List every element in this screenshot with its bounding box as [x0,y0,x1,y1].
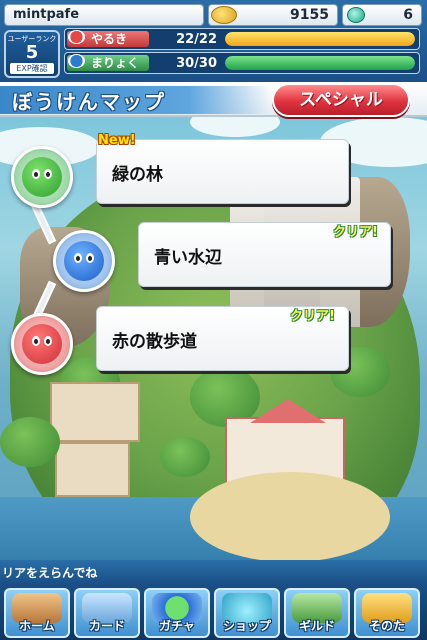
nav-shop-button[interactable]: ショップ [214,588,280,638]
green-puyo-icon [22,157,62,197]
area-name: 赤の散歩道 [112,332,197,352]
magic-stone-icon [347,7,365,23]
area-card-green-forest[interactable]: 緑の林 [96,139,349,204]
magic-icon [68,54,85,68]
nav-label: ショップ [222,619,271,633]
red-puyo-node[interactable] [11,313,73,375]
nav-label: そのた [368,619,405,633]
rank-value: 5 [25,42,39,63]
green-puyo-node[interactable] [11,146,73,208]
coin-counter: 9155 [208,4,338,26]
user-rank-panel[interactable]: ユーザーランク 5 EXP確認 [4,30,60,78]
special-button[interactable]: スペシャル [272,83,410,117]
blue-puyo-node[interactable] [53,230,115,292]
gem-counter: 6 [342,4,422,26]
beach [190,472,390,560]
nav-gacha-button[interactable]: ガチャ [144,588,210,638]
nav-card-button[interactable]: カード [74,588,140,638]
new-badge: New! [98,133,136,148]
username: mintpafe [4,4,204,26]
magic-bar [225,56,415,70]
hint-bar: リアをえらんでね [0,560,427,584]
stamina-icon [68,30,85,44]
clear-badge: クリア! [290,309,335,324]
page-title: ぼうけんマップ [12,90,166,114]
nav-label: ホーム [19,619,55,633]
blue-puyo-icon [64,241,104,281]
nav-other-button[interactable]: そのた [354,588,420,638]
area-name: 青い水辺 [154,248,222,268]
magic-fill [225,56,415,70]
stamina-fill [225,32,415,46]
nav-home-button[interactable]: ホーム [4,588,70,638]
nav-label: ガチャ [159,619,195,633]
status-bar: mintpafe 9155 6 ユーザーランク 5 EXP確認 やるき 22/2… [0,0,427,82]
coin-icon [211,6,237,24]
stamina-meter: やるき 22/22 [64,28,420,50]
nav-label: ギルド [298,619,335,633]
coin-count: 9155 [290,7,329,23]
nav-label: カード [88,619,125,633]
clear-badge: クリア! [333,225,378,240]
red-puyo-icon [22,324,62,364]
magic-value: 30/30 [176,56,217,71]
exp-check-button[interactable]: EXP確認 [10,63,54,74]
hint-text: リアをえらんでね [2,566,98,580]
stamina-bar [225,32,415,46]
stamina-value: 22/22 [176,32,217,47]
nav-guild-button[interactable]: ギルド [284,588,350,638]
area-name: 緑の林 [112,165,163,185]
gem-count: 6 [403,7,413,23]
magic-meter: まりょく 30/30 [64,52,420,74]
bottom-nav: ホーム カード ガチャ ショップ ギルド そのた [0,584,427,640]
